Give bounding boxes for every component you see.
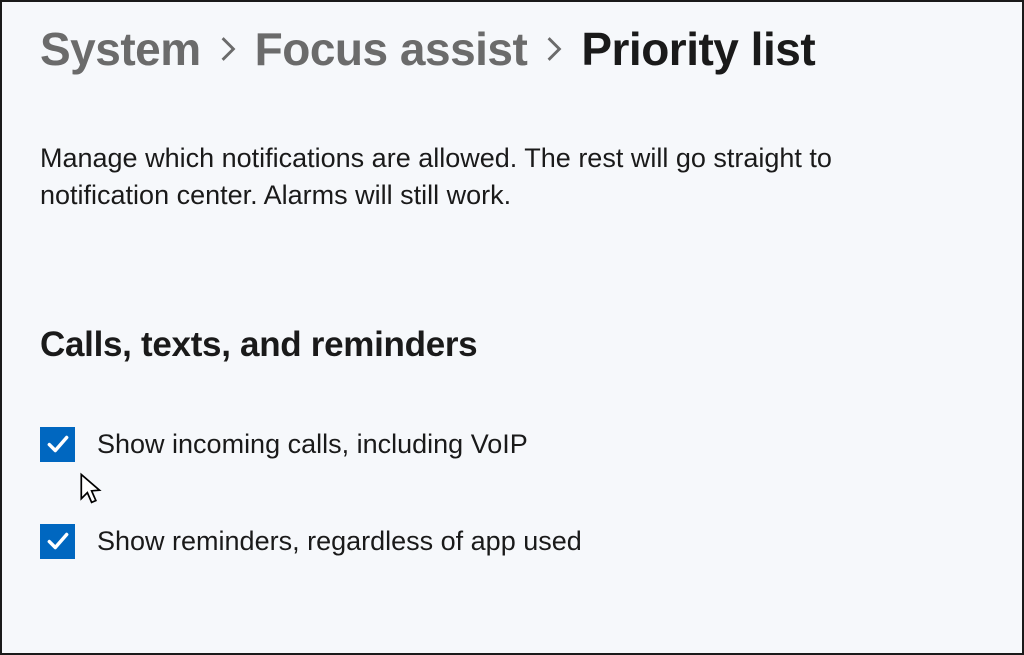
mouse-cursor-icon: [78, 472, 104, 511]
checkbox-label: Show incoming calls, including VoIP: [97, 429, 528, 460]
breadcrumb: System Focus assist Priority list: [40, 22, 984, 76]
option-show-reminders[interactable]: Show reminders, regardless of app used: [40, 524, 984, 559]
checkbox-show-reminders[interactable]: [40, 524, 75, 559]
option-show-incoming-calls[interactable]: Show incoming calls, including VoIP: [40, 427, 984, 462]
checkbox-show-incoming-calls[interactable]: [40, 427, 75, 462]
check-icon: [45, 431, 71, 457]
breadcrumb-current: Priority list: [581, 22, 815, 76]
check-icon: [45, 528, 71, 554]
checkbox-label: Show reminders, regardless of app used: [97, 526, 582, 557]
page-description: Manage which notifications are allowed. …: [40, 140, 920, 215]
chevron-right-icon: [219, 34, 237, 64]
breadcrumb-link-focus-assist[interactable]: Focus assist: [255, 22, 528, 76]
breadcrumb-link-system[interactable]: System: [40, 22, 201, 76]
chevron-right-icon: [545, 34, 563, 64]
section-heading-calls-texts-reminders: Calls, texts, and reminders: [40, 325, 984, 365]
